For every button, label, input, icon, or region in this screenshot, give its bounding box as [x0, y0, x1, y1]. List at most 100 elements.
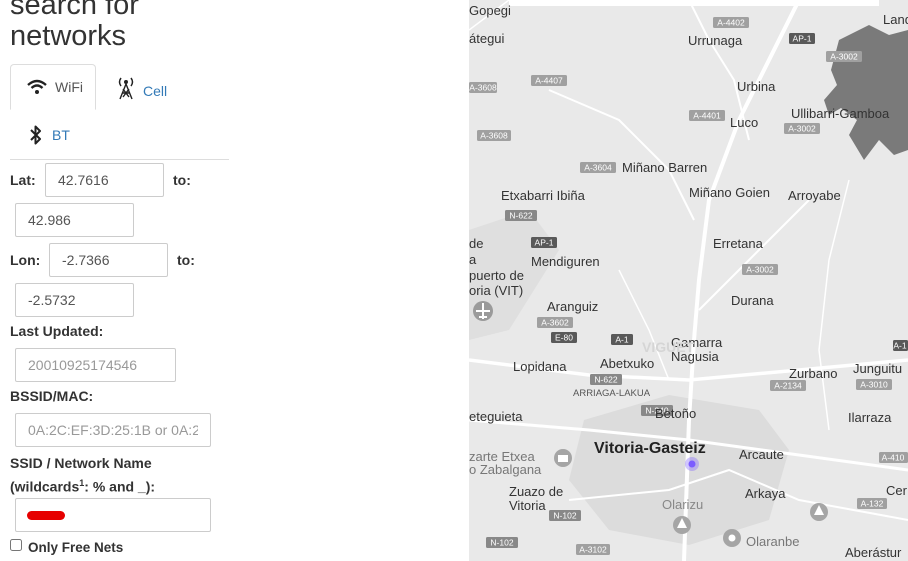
only-free-nets-label: Only Free Nets [28, 540, 124, 555]
tab-divider [10, 159, 229, 160]
place-label: Luco [730, 115, 758, 130]
svg-text:A-410: A-410 [882, 453, 905, 463]
tab-cell-label: Cell [143, 82, 168, 99]
svg-text:A-3604: A-3604 [584, 163, 612, 173]
road-shield: A-3602 [537, 317, 573, 328]
place-label: Durana [731, 293, 774, 308]
place-label: Ullibarri-Gamboa [791, 106, 890, 121]
road-shield: A-4402 [713, 17, 749, 28]
svg-text:AP-1: AP-1 [535, 238, 554, 248]
svg-text:A-4401: A-4401 [693, 111, 721, 121]
map-view[interactable]: A-4402 AP-1 A-3002 A-4407 A-3608 A-4401 … [469, 0, 908, 561]
svg-text:A-2134: A-2134 [774, 381, 802, 391]
place-label: Ilarraza [848, 410, 892, 425]
road-shield: A-3608 [469, 82, 497, 93]
title-line-1: search for [10, 0, 139, 21]
place-label: Olarizu [662, 497, 703, 512]
place-label: Erretana [713, 236, 764, 251]
map-canvas[interactable]: A-4402 AP-1 A-3002 A-4407 A-3608 A-4401 … [469, 0, 908, 561]
lon-from-input[interactable] [49, 243, 168, 277]
place-label: eteguieta [469, 409, 523, 424]
ssid-label-wildcard-chars: : % and _): [84, 478, 156, 495]
search-panel: search for networks WiFi Cell BT Lat: to… [0, 0, 469, 561]
place-label: a [469, 252, 477, 267]
road-shield: N-622 [590, 374, 622, 385]
road-shield: A-3010 [856, 379, 892, 390]
svg-text:A-4407: A-4407 [535, 76, 563, 86]
place-label: Lopidana [513, 359, 567, 374]
svg-text:A-1: A-1 [893, 341, 907, 351]
place-label: Aberástur [845, 545, 902, 560]
bssid-label: BSSID/MAC: [10, 388, 94, 404]
place-label: Arroyabe [788, 188, 841, 203]
cell-tower-icon [118, 77, 134, 100]
place-label: Gopegi [469, 3, 511, 18]
lat-to-label: to: [173, 172, 191, 188]
road-shield: A-3604 [580, 162, 616, 173]
place-label: Urrunaga [688, 33, 743, 48]
park-pin-icon [673, 516, 691, 534]
svg-text:A-3002: A-3002 [830, 52, 858, 62]
svg-text:A-3602: A-3602 [541, 318, 569, 328]
lat-from-input[interactable] [45, 163, 164, 197]
museum-pin-icon [554, 449, 572, 467]
svg-text:N-622: N-622 [594, 375, 617, 385]
tab-bt[interactable]: BT [30, 122, 70, 148]
last-updated-input[interactable] [15, 348, 176, 382]
road-shield: A-3608 [477, 130, 511, 141]
network-marker-core[interactable] [688, 460, 696, 468]
lon-label: Lon: [10, 252, 41, 268]
only-free-nets-checkbox[interactable] [10, 539, 22, 551]
road-shield: N-102 [549, 510, 581, 521]
place-label: Abetxuko [600, 356, 654, 371]
lon-to-input[interactable] [15, 283, 134, 317]
place-label: Etxabarri Ibiña [501, 188, 586, 203]
place-label: Mendiguren [531, 254, 600, 269]
road-shield: N-102 [486, 537, 518, 548]
place-label: Vitoria-Gasteiz [594, 440, 706, 457]
road-shield: A-4401 [689, 110, 725, 121]
svg-text:A-3608: A-3608 [480, 131, 508, 141]
svg-text:A-3102: A-3102 [579, 545, 607, 555]
place-label: Zurbano [789, 366, 837, 381]
road-shield: A-3002 [784, 123, 820, 134]
road-shield: E-80 [551, 332, 577, 343]
airport-pin-icon [473, 301, 493, 321]
place-label: Vitoria [509, 498, 546, 513]
place-label: Junguitu [853, 361, 902, 376]
bssid-input[interactable] [15, 413, 211, 447]
redaction-mark [27, 511, 65, 520]
lat-to-input[interactable] [15, 203, 134, 237]
tab-wifi[interactable]: WiFi [10, 64, 96, 110]
tab-cell[interactable]: Cell [117, 74, 167, 102]
title-line-2: networks [10, 20, 127, 52]
road-shield: A-3102 [576, 544, 610, 555]
place-label: de [469, 236, 483, 251]
place-label: Arkaya [745, 486, 786, 501]
last-updated-label: Last Updated: [10, 323, 104, 339]
place-label: Betoño [655, 406, 696, 421]
svg-text:A-3002: A-3002 [746, 265, 774, 275]
svg-text:N-102: N-102 [553, 511, 576, 521]
lon-to-label: to: [177, 252, 195, 268]
road-shield: A-2134 [770, 380, 806, 391]
road-shield: A-132 [857, 498, 887, 509]
svg-text:N-622: N-622 [509, 211, 532, 221]
road-shield: AP-1 [789, 33, 815, 44]
place-label: oria (VIT) [469, 283, 523, 298]
place-label: puerto de [469, 268, 524, 283]
place-label: Zuazo de [509, 484, 563, 499]
road-shield: A-3002 [826, 51, 862, 62]
place-label: átegui [469, 31, 505, 46]
road-shield: N-622 [505, 210, 537, 221]
place-label: VIGUET [642, 339, 695, 355]
place-label: o Zabalgana [469, 462, 542, 477]
place-pin-icon [723, 529, 741, 547]
place-label: ARRIAGA-LAKUA [573, 388, 651, 399]
road-shield: A-1 [893, 340, 908, 351]
place-label: Aranguiz [547, 299, 598, 314]
ssid-label-line-2: (wildcards1: % and _): [10, 473, 155, 497]
road-shield: A-410 [879, 452, 908, 463]
place-label: Urbina [737, 79, 776, 94]
svg-text:A-1: A-1 [615, 335, 629, 345]
